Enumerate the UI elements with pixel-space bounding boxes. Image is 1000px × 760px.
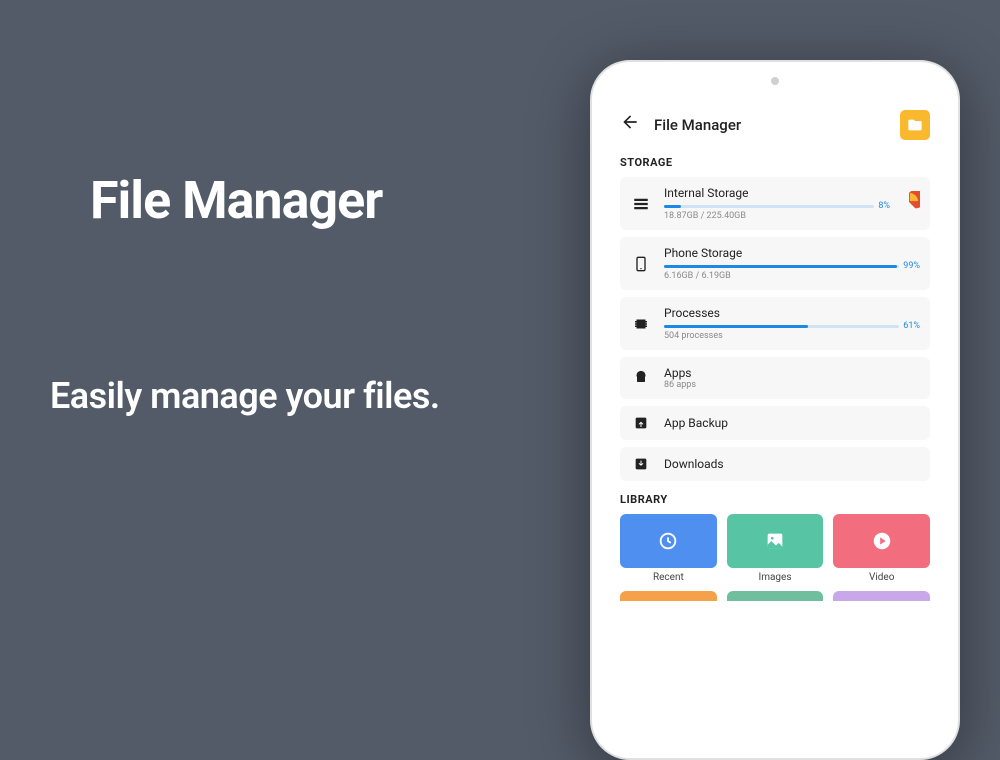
download-icon xyxy=(633,456,649,472)
backup-icon xyxy=(633,415,649,431)
phone-progress xyxy=(664,265,899,268)
section-storage: STORAGE xyxy=(620,156,930,169)
storage-apps[interactable]: Apps 86 apps xyxy=(620,357,930,399)
promo-title: File Manager xyxy=(90,170,382,231)
library-video[interactable]: Video xyxy=(833,514,930,583)
storage-processes[interactable]: Processes 61% 504 processes xyxy=(620,297,930,350)
storage-icon xyxy=(632,195,650,213)
play-icon xyxy=(871,530,893,552)
processes-progress xyxy=(664,325,899,328)
storage-phone[interactable]: Phone Storage 99% 6.16GB / 6.19GB xyxy=(620,237,930,290)
library-tile-5[interactable] xyxy=(727,591,824,601)
internal-pct: 8% xyxy=(878,201,890,211)
downloads-title: Downloads xyxy=(664,457,920,471)
storage-analyze-button[interactable] xyxy=(898,191,920,217)
phone-sub: 6.16GB / 6.19GB xyxy=(664,271,920,281)
image-icon xyxy=(764,530,786,552)
phone-frame: File Manager STORAGE Internal Storage 8%… xyxy=(590,60,960,760)
clock-icon xyxy=(657,530,679,552)
pie-chart-icon xyxy=(898,191,920,213)
storage-backup[interactable]: App Backup xyxy=(620,406,930,440)
storage-internal[interactable]: Internal Storage 8% 18.87GB / 225.40GB xyxy=(620,177,930,230)
internal-title: Internal Storage xyxy=(664,186,890,200)
images-label: Images xyxy=(727,572,824,583)
processes-title: Processes xyxy=(664,306,920,320)
backup-title: App Backup xyxy=(664,416,920,430)
app-bar: File Manager xyxy=(620,106,930,144)
phone-icon xyxy=(633,255,649,273)
cpu-icon xyxy=(632,315,650,333)
processes-sub: 504 processes xyxy=(664,331,920,341)
promo-subtitle: Easily manage your files. xyxy=(50,375,440,417)
folder-icon xyxy=(907,117,923,133)
apps-title: Apps xyxy=(664,366,920,380)
library-tile-6[interactable] xyxy=(833,591,930,601)
arrow-left-icon xyxy=(620,112,640,132)
library-tile-4[interactable] xyxy=(620,591,717,601)
internal-sub: 18.87GB / 225.40GB xyxy=(664,211,890,221)
library-recent[interactable]: Recent xyxy=(620,514,717,583)
processes-pct: 61% xyxy=(903,321,920,331)
apps-sub: 86 apps xyxy=(664,380,920,390)
app-title: File Manager xyxy=(654,116,900,134)
back-button[interactable] xyxy=(620,112,640,138)
library-images[interactable]: Images xyxy=(727,514,824,583)
section-library: LIBRARY xyxy=(620,493,930,506)
library-row2 xyxy=(620,591,930,601)
internal-progress xyxy=(664,205,874,208)
phone-pct: 99% xyxy=(903,261,920,271)
android-icon xyxy=(633,370,649,386)
phone-title: Phone Storage xyxy=(664,246,920,260)
storage-downloads[interactable]: Downloads xyxy=(620,447,930,481)
folder-button[interactable] xyxy=(900,110,930,140)
video-label: Video xyxy=(833,572,930,583)
recent-label: Recent xyxy=(620,572,717,583)
phone-screen: File Manager STORAGE Internal Storage 8%… xyxy=(606,94,944,744)
